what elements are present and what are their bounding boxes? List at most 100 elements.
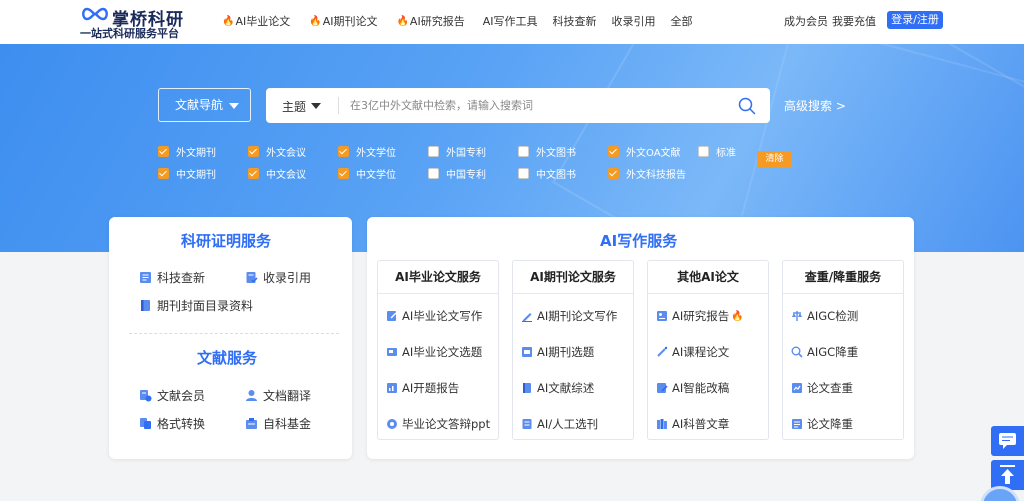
- filter-chinese-patent[interactable]: 中国专利: [428, 166, 486, 181]
- ai-course-paper[interactable]: AI课程论文: [656, 344, 729, 360]
- chat-float-button[interactable]: [991, 426, 1024, 456]
- checkbox-unchecked[interactable]: [518, 168, 529, 179]
- doc-services-title: 文献服务: [197, 349, 258, 367]
- nav-ai-journal[interactable]: 🔥 AI期刊论文: [309, 13, 377, 29]
- fire-icon: 🔥: [731, 310, 744, 322]
- ai-journal-selection[interactable]: AI/人工选刊: [521, 416, 598, 432]
- paper-plagiarism-check[interactable]: 论文查重: [791, 380, 853, 396]
- checkbox-unchecked[interactable]: [518, 146, 529, 157]
- checkbox-unchecked[interactable]: [428, 146, 439, 157]
- gear-icon: [387, 419, 397, 429]
- filter-chinese-journal[interactable]: 中文期刊: [158, 166, 216, 181]
- nav-ai-writing-tools[interactable]: AI写作工具: [483, 13, 538, 29]
- clear-filters-button[interactable]: 清除: [757, 151, 792, 168]
- checkbox-checked[interactable]: [338, 168, 349, 179]
- ai-journal-topic[interactable]: AI期刊选题: [521, 344, 594, 360]
- ai-thesis-writing[interactable]: AI毕业论文写作: [386, 308, 482, 324]
- checkbox-checked[interactable]: [608, 168, 619, 179]
- advanced-search-link[interactable]: 高级搜索 >: [784, 97, 846, 114]
- ai-thesis-topic[interactable]: AI毕业论文选题: [386, 344, 482, 360]
- ai-thesis-column: AI毕业论文服务 AI毕业论文写作 AI毕业论文选题 AI开题报告 毕业论文答辩…: [377, 260, 499, 440]
- filter-chinese-degree[interactable]: 中文学位: [338, 166, 396, 181]
- service-journal-cover[interactable]: 期刊封面目录资料: [139, 297, 253, 314]
- checkbox-checked[interactable]: [158, 146, 169, 157]
- infinity-logo-icon: [82, 7, 108, 21]
- service-nsfc-fund[interactable]: 自科基金: [245, 415, 311, 432]
- book-icon: [141, 300, 150, 311]
- filter-foreign-journal[interactable]: 外文期刊: [158, 144, 216, 159]
- filter-standard[interactable]: 标准: [698, 144, 736, 159]
- ai-writing-card: AI写作服务 AI毕业论文服务 AI毕业论文写作 AI毕业论文选题 AI开题报告…: [367, 217, 914, 459]
- assistant-avatar[interactable]: [968, 484, 1024, 501]
- service-novelty-search[interactable]: 科技查新: [139, 269, 205, 286]
- filter-chinese-book[interactable]: 中文图书: [518, 166, 576, 181]
- filter-chinese-conference[interactable]: 中文会议: [248, 166, 306, 181]
- ai-smart-revision[interactable]: AI智能改稿: [656, 380, 729, 396]
- recharge-link[interactable]: 我要充值: [832, 13, 876, 29]
- caret-down-icon: [229, 103, 239, 109]
- site-logo[interactable]: 掌桥科研 一站式科研服务平台: [80, 3, 190, 41]
- service-doc-translate[interactable]: 文档翻译: [245, 387, 311, 404]
- search-bar: 主题: [266, 88, 770, 123]
- filter-foreign-book[interactable]: 外文图书: [518, 144, 576, 159]
- checkbox-unchecked[interactable]: [428, 168, 439, 179]
- ai-services-title: AI写作服务: [600, 232, 678, 250]
- filter-foreign-tech-report[interactable]: 外文科技报告: [608, 166, 686, 181]
- ai-literature-review[interactable]: AI文献综述: [521, 380, 594, 396]
- checkbox-checked[interactable]: [158, 168, 169, 179]
- service-citation[interactable]: 收录引用: [245, 269, 311, 286]
- vip-document-icon: [140, 390, 152, 402]
- checkbox-unchecked[interactable]: [698, 146, 709, 157]
- report-icon: [387, 383, 397, 393]
- ai-proposal-report[interactable]: AI开题报告: [386, 380, 459, 396]
- topic-dropdown[interactable]: 主题: [282, 98, 306, 115]
- checkbox-checked[interactable]: [248, 168, 259, 179]
- divider: [338, 97, 339, 114]
- checkbox-checked[interactable]: [338, 146, 349, 157]
- nav-novelty-search[interactable]: 科技查新: [552, 13, 596, 29]
- checkbox-checked[interactable]: [248, 146, 259, 157]
- search-input[interactable]: [350, 94, 720, 116]
- thesis-defense-ppt[interactable]: 毕业论文答辩ppt: [386, 416, 490, 432]
- filter-foreign-patent[interactable]: 外国专利: [428, 144, 486, 159]
- aigc-detection[interactable]: AIGC检测: [791, 308, 858, 324]
- divider: [129, 333, 339, 334]
- literature-nav-dropdown[interactable]: 文献导航: [158, 88, 251, 122]
- fund-icon: [246, 418, 257, 429]
- filter-foreign-oa[interactable]: 外文OA文献: [608, 144, 681, 159]
- user-translate-icon: [246, 390, 257, 401]
- scale-icon: [792, 311, 802, 321]
- service-format-convert[interactable]: 格式转换: [139, 415, 205, 432]
- ai-document-icon: [522, 347, 532, 357]
- login-register-button[interactable]: 登录/注册: [887, 11, 943, 29]
- paper-reduction[interactable]: 论文降重: [791, 416, 853, 432]
- top-header: 掌桥科研 一站式科研服务平台 🔥 AI毕业论文 🔥 AI期刊论文 🔥 AI研究报告 A…: [0, 0, 1024, 44]
- become-member-link[interactable]: 成为会员: [784, 13, 828, 29]
- ai-research-report[interactable]: AI研究报告 🔥: [656, 308, 745, 324]
- column-title: 查重/降重服务: [783, 261, 903, 294]
- fire-icon: 🔥: [309, 15, 322, 27]
- trend-chart-icon: [792, 383, 802, 393]
- search-icon[interactable]: [738, 97, 756, 115]
- filter-foreign-degree[interactable]: 外文学位: [338, 144, 396, 159]
- checkbox-checked[interactable]: [608, 146, 619, 157]
- ai-popular-science[interactable]: AI科普文章: [656, 416, 729, 432]
- edit-document-icon: [657, 383, 668, 393]
- chat-icon: [999, 433, 1016, 449]
- document-list-icon: [792, 419, 802, 429]
- nav-ai-report[interactable]: 🔥 AI研究报告: [396, 13, 464, 29]
- document-list-icon: [140, 272, 151, 283]
- nav-ai-thesis[interactable]: 🔥 AI毕业论文: [222, 13, 290, 29]
- pen-icon: [522, 313, 532, 322]
- service-doc-member[interactable]: 文献会员: [139, 387, 205, 404]
- books-icon: [657, 419, 667, 429]
- aigc-reduction[interactable]: AIGC降重: [791, 344, 858, 360]
- filter-foreign-conference[interactable]: 外文会议: [248, 144, 306, 159]
- magnifier-icon: [791, 346, 803, 358]
- column-title: AI毕业论文服务: [378, 261, 498, 294]
- pen-document-icon: [387, 311, 397, 321]
- nav-all[interactable]: 全部: [670, 13, 692, 29]
- nav-citation[interactable]: 收录引用: [611, 13, 655, 29]
- ai-journal-writing[interactable]: AI期刊论文写作: [521, 308, 617, 324]
- magic-wand-icon: [657, 346, 668, 357]
